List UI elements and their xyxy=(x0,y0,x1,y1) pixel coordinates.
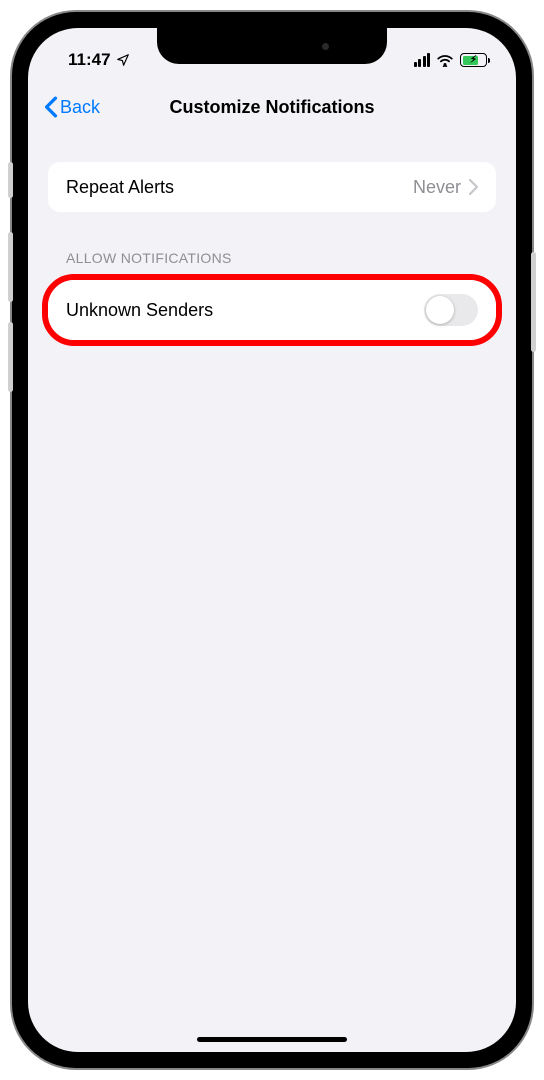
chevron-right-icon xyxy=(469,179,478,195)
highlight-annotation: Unknown Senders xyxy=(42,274,502,346)
unknown-senders-toggle[interactable] xyxy=(424,294,478,326)
chevron-left-icon xyxy=(44,96,58,118)
navigation-bar: Back Customize Notifications xyxy=(28,82,516,132)
volume-down-button xyxy=(8,322,13,392)
back-label: Back xyxy=(60,97,100,118)
screen: 11:47 ⚡︎ xyxy=(28,28,516,1052)
repeat-alerts-value: Never xyxy=(413,177,461,198)
silence-switch xyxy=(8,162,13,198)
content-area: Repeat Alerts Never ALLOW NOTIFICATIONS … xyxy=(28,132,516,346)
unknown-senders-cell[interactable]: Unknown Senders xyxy=(48,280,496,340)
home-indicator[interactable] xyxy=(197,1037,347,1042)
unknown-senders-label: Unknown Senders xyxy=(66,300,213,321)
volume-up-button xyxy=(8,232,13,302)
toggle-knob xyxy=(426,296,454,324)
power-button xyxy=(531,252,536,352)
repeat-alerts-cell[interactable]: Repeat Alerts Never xyxy=(48,162,496,212)
cellular-signal-icon xyxy=(414,53,431,67)
allow-notifications-header: ALLOW NOTIFICATIONS xyxy=(66,250,496,266)
back-button[interactable]: Back xyxy=(44,96,100,118)
repeat-alerts-group: Repeat Alerts Never xyxy=(48,162,496,212)
notch xyxy=(157,28,387,64)
camera-dot xyxy=(322,43,329,50)
battery-icon: ⚡︎ xyxy=(460,53,490,67)
page-title: Customize Notifications xyxy=(169,97,374,118)
status-time: 11:47 xyxy=(68,50,111,70)
phone-frame: 11:47 ⚡︎ xyxy=(12,12,532,1068)
location-icon xyxy=(116,53,130,67)
repeat-alerts-label: Repeat Alerts xyxy=(66,177,174,198)
wifi-icon xyxy=(436,53,454,67)
unknown-senders-group: Unknown Senders xyxy=(48,280,496,340)
